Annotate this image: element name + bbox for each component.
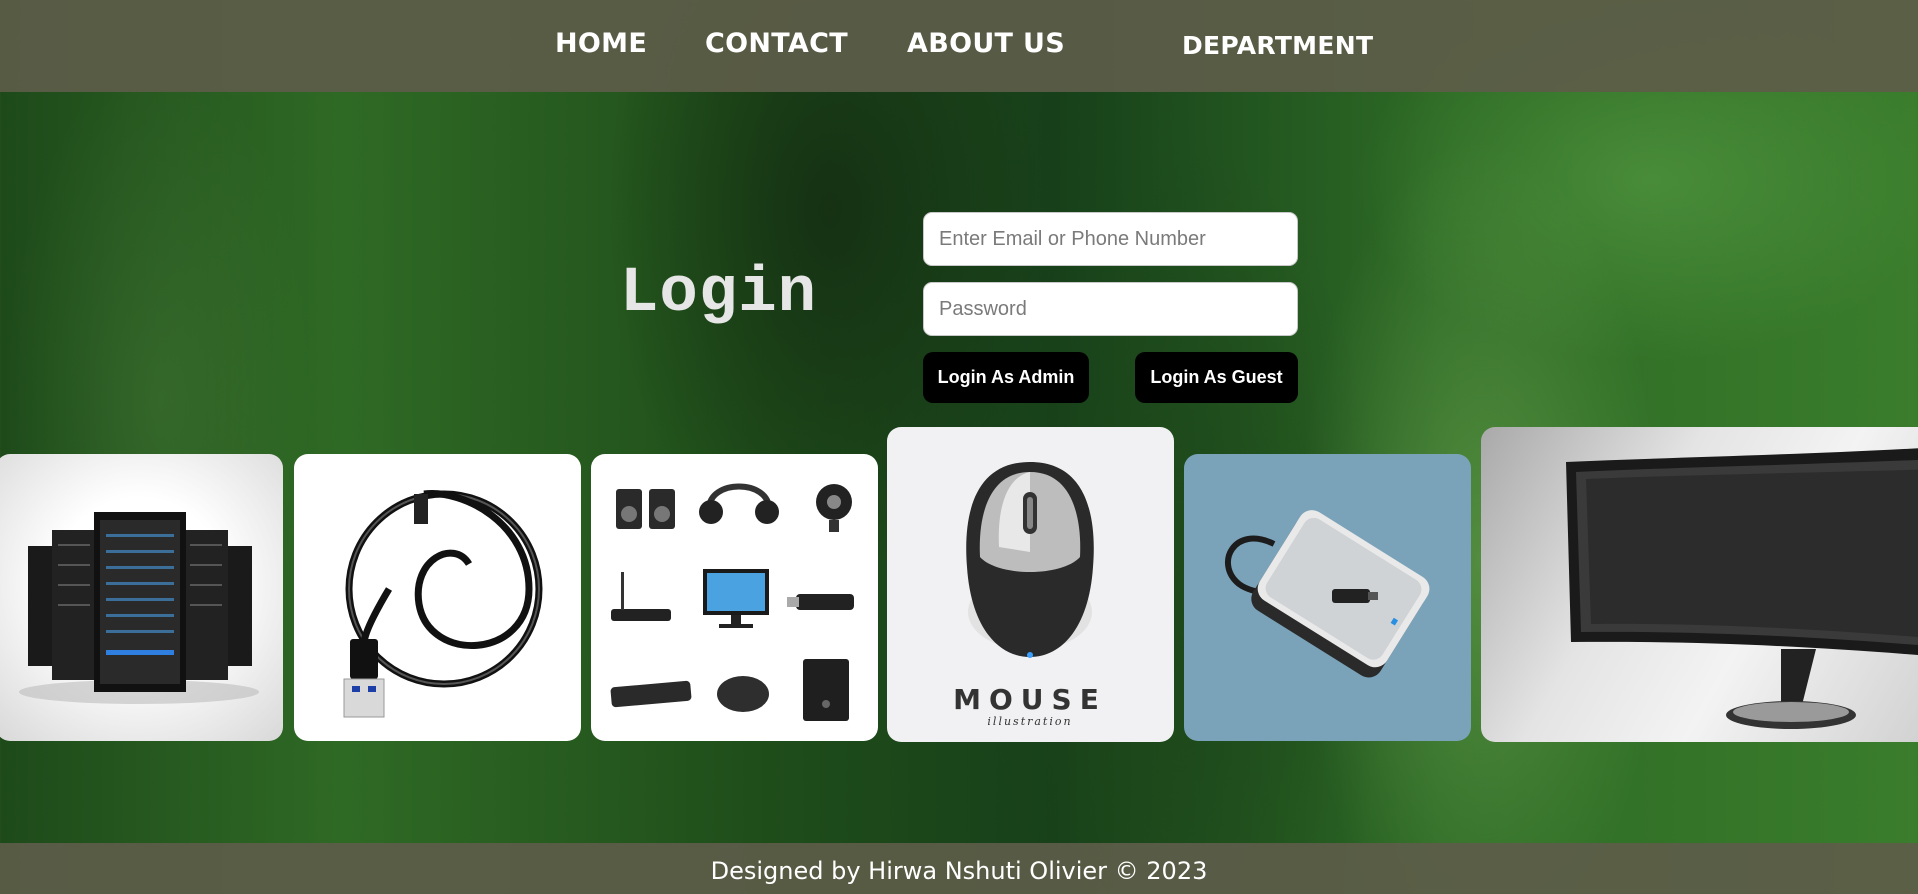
footer-bar: Designed by Hirwa Nshuti Olivier © 2023 [0, 843, 1918, 894]
nav-home-link[interactable]: HOME [555, 28, 647, 59]
mouse-subcaption: illustration [987, 715, 1072, 728]
server-rack-icon [19, 512, 259, 704]
computer-accessories-icon [610, 483, 854, 721]
gallery-card-mouse: MOUSE illustration [887, 427, 1174, 742]
nav-about-us-link[interactable]: ABOUT US [907, 28, 1065, 59]
nav-contact-link[interactable]: CONTACT [705, 28, 848, 59]
gallery-card-hard-drive [1184, 454, 1471, 741]
mouse-caption: MOUSE [953, 683, 1107, 716]
login-heading: Login [620, 258, 818, 330]
usb-cable-icon [343, 490, 543, 718]
gallery-card-servers [0, 454, 283, 741]
curved-monitor-icon [1566, 448, 1918, 729]
mouse-icon: MOUSE illustration [953, 462, 1107, 728]
login-as-guest-button[interactable]: Login As Guest [1135, 352, 1298, 403]
gallery-card-usb-cable [294, 454, 581, 741]
gallery-card-monitor [1481, 427, 1918, 742]
login-as-admin-button[interactable]: Login As Admin [923, 352, 1089, 403]
password-input[interactable] [923, 282, 1298, 336]
top-navigation-bar: HOME CONTACT ABOUT US DEPARTMENT [0, 0, 1918, 92]
gallery-card-accessories [591, 454, 878, 741]
nav-department-link[interactable]: DEPARTMENT [1182, 31, 1373, 60]
email-or-phone-input[interactable] [923, 212, 1298, 266]
footer-credit: Designed by Hirwa Nshuti Olivier © 2023 [710, 857, 1208, 885]
external-hard-drive-icon [1225, 510, 1430, 678]
